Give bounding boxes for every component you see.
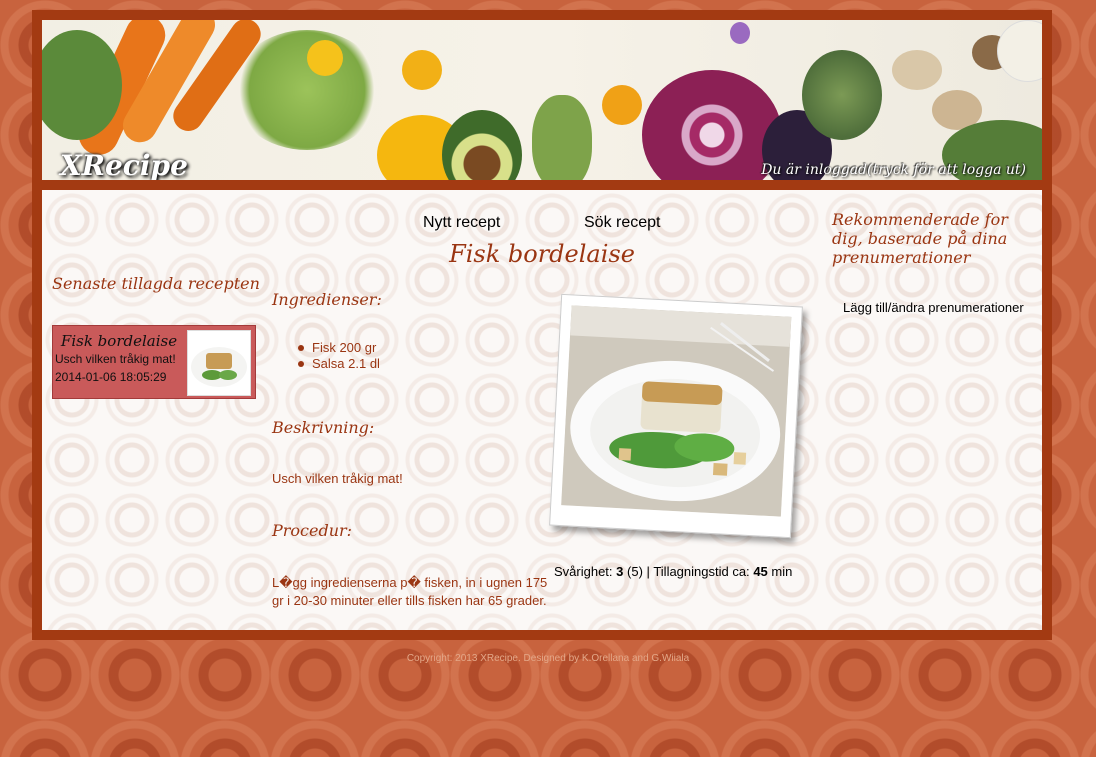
site-logo[interactable]: XRecipe (60, 149, 188, 180)
flower-image (730, 22, 750, 44)
garlic-image (997, 20, 1042, 82)
difficulty-value: 3 (616, 564, 624, 579)
time-value: 45 (753, 564, 768, 579)
latest-recipe-title: Fisk bordelaise (60, 332, 178, 350)
edit-subscriptions-link[interactable]: Lägg till/ändra prenumerationer (843, 300, 1024, 315)
header-banner: XRecipe Du är inloggad(tryck för att log… (42, 20, 1042, 180)
procedure-heading: Procedur: (272, 521, 353, 540)
difficulty-label: Svårighet: (554, 564, 613, 579)
latest-recipe-card[interactable]: Fisk bordelaise Usch vilken tråkig mat! … (52, 325, 256, 399)
recipe-photo-image (561, 305, 792, 517)
latest-recipes-heading: Senaste tillagda recepten (52, 274, 260, 293)
latest-recipe-description: Usch vilken tråkig mat! (55, 352, 176, 366)
ingredient-item: Fisk 200 gr (298, 340, 380, 356)
procedure-text: L�gg ingredienserna p� fisken, in i ugne… (272, 575, 548, 608)
artichoke-image (802, 50, 882, 140)
search-recipe-link[interactable]: Sök recept (584, 214, 660, 232)
latest-recipe-timestamp: 2014-01-06 18:05:29 (55, 370, 167, 384)
avocado-image (442, 110, 522, 180)
description-heading: Beskrivning: (272, 418, 375, 437)
lime-image (532, 95, 592, 180)
main-content: Nytt recept Sök recept Fisk bordelaise S… (42, 190, 1042, 630)
flower-image (307, 40, 343, 76)
recommended-heading: Rekommenderade for dig, baserade på dina… (832, 210, 1008, 267)
latest-recipe-thumbnail (187, 330, 251, 396)
ingredient-item: Salsa 2.1 dl (298, 356, 380, 372)
recipe-photo (549, 293, 803, 539)
time-label: Tillagningstid ca: (653, 564, 750, 579)
flower-image (402, 50, 442, 90)
meta-separator: | (646, 564, 650, 579)
new-recipe-link[interactable]: Nytt recept (423, 214, 500, 232)
herbs-image (232, 30, 382, 150)
mushroom-image (892, 50, 942, 90)
ingredients-heading: Ingredienser: (272, 290, 382, 309)
ingredients-list: Fisk 200 gr Salsa 2.1 dl (298, 340, 380, 372)
footer-copyright: Copyright: 2013 XRecipe. Designed by K.O… (406, 653, 690, 664)
description-text: Usch vilken tråkig mat! (272, 471, 403, 486)
logout-link[interactable]: Du är inloggad(tryck för att logga ut) (761, 162, 1026, 178)
time-unit: min (771, 564, 793, 579)
difficulty-max: (5) (627, 564, 643, 579)
physalis-image (602, 85, 642, 125)
recipe-meta: Svårighet: 3 (5) | Tillagningstid ca: 45… (554, 564, 792, 579)
